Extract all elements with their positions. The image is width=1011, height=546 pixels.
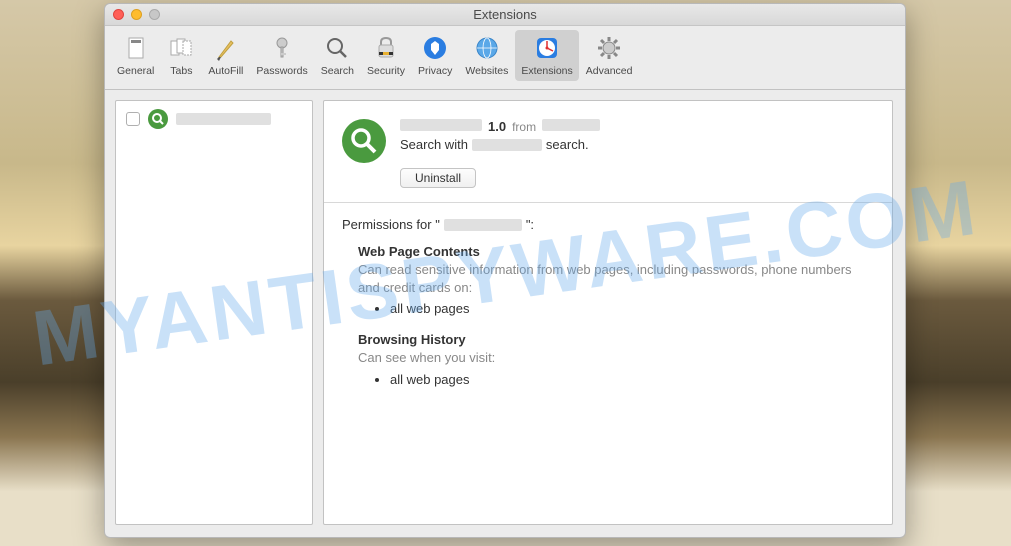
advanced-icon — [595, 34, 623, 62]
extension-enable-checkbox[interactable] — [126, 112, 140, 126]
extension-icon-small — [148, 109, 168, 129]
permission-item: all web pages — [390, 372, 874, 387]
preferences-window: Extensions General Tabs AutoFill Passwor… — [104, 3, 906, 538]
permissions-section: Permissions for " ": Web Page Contents C… — [324, 203, 892, 417]
extension-list-item[interactable] — [116, 101, 312, 137]
desc-name-redacted — [472, 139, 542, 151]
permission-browsing-history: Browsing History Can see when you visit:… — [358, 332, 874, 386]
extension-title-row: 1.0 from — [400, 119, 874, 134]
content-area: 1.0 from Search with search. Uninstall P… — [105, 90, 905, 537]
details-header-text: 1.0 from Search with search. Uninstall — [400, 119, 874, 188]
titlebar: Extensions — [105, 4, 905, 26]
tab-label: Privacy — [418, 65, 452, 77]
privacy-icon — [421, 34, 449, 62]
tab-general[interactable]: General — [111, 30, 160, 81]
window-title: Extensions — [105, 7, 905, 22]
extension-author-redacted — [542, 119, 600, 131]
tab-websites[interactable]: Websites — [459, 30, 514, 81]
permission-web-page-contents: Web Page Contents Can read sensitive inf… — [358, 244, 874, 316]
minimize-button[interactable] — [131, 9, 142, 20]
autofill-icon — [212, 34, 240, 62]
permission-list: all web pages — [390, 372, 874, 387]
tab-search[interactable]: Search — [315, 30, 360, 81]
passwords-icon — [268, 34, 296, 62]
tab-autofill[interactable]: AutoFill — [202, 30, 249, 81]
perm-title-suffix: ": — [526, 217, 534, 232]
extension-version: 1.0 — [488, 119, 506, 134]
security-icon — [372, 34, 400, 62]
permission-heading: Web Page Contents — [358, 244, 874, 259]
extensions-sidebar — [115, 100, 313, 525]
perm-name-redacted — [444, 219, 522, 231]
desc-prefix: Search with — [400, 137, 468, 152]
tab-label: Security — [367, 65, 405, 77]
tab-label: Websites — [465, 65, 508, 77]
permission-description: Can see when you visit: — [358, 349, 874, 367]
tab-label: Advanced — [586, 65, 633, 77]
tab-advanced[interactable]: Advanced — [580, 30, 639, 81]
tab-label: Extensions — [521, 65, 572, 77]
tab-extensions[interactable]: Extensions — [515, 30, 578, 81]
tab-security[interactable]: Security — [361, 30, 411, 81]
permission-description: Can read sensitive information from web … — [358, 261, 874, 297]
tab-label: Search — [321, 65, 354, 77]
toolbar: General Tabs AutoFill Passwords Search — [105, 26, 905, 90]
search-icon — [323, 34, 351, 62]
tab-privacy[interactable]: Privacy — [412, 30, 458, 81]
permission-heading: Browsing History — [358, 332, 874, 347]
permissions-title: Permissions for " ": — [342, 217, 874, 232]
extensions-icon — [533, 34, 561, 62]
extension-details: 1.0 from Search with search. Uninstall P… — [323, 100, 893, 525]
general-icon — [122, 34, 150, 62]
tab-label: Passwords — [256, 65, 307, 77]
permission-list: all web pages — [390, 301, 874, 316]
zoom-button[interactable] — [149, 9, 160, 20]
permission-item: all web pages — [390, 301, 874, 316]
perm-title-prefix: Permissions for " — [342, 217, 440, 232]
extension-name-redacted — [400, 119, 482, 131]
websites-icon — [473, 34, 501, 62]
tab-tabs[interactable]: Tabs — [161, 30, 201, 81]
tab-label: AutoFill — [208, 65, 243, 77]
extension-icon-large — [342, 119, 386, 163]
tab-label: General — [117, 65, 154, 77]
tab-passwords[interactable]: Passwords — [250, 30, 313, 81]
details-header: 1.0 from Search with search. Uninstall — [324, 101, 892, 202]
desc-suffix: search. — [546, 137, 589, 152]
extension-description: Search with search. — [400, 137, 874, 152]
tab-label: Tabs — [170, 65, 192, 77]
from-label: from — [512, 120, 536, 134]
extension-name-redacted — [176, 113, 271, 125]
traffic-lights — [113, 9, 160, 20]
tabs-icon — [167, 34, 195, 62]
uninstall-button[interactable]: Uninstall — [400, 168, 476, 188]
close-button[interactable] — [113, 9, 124, 20]
